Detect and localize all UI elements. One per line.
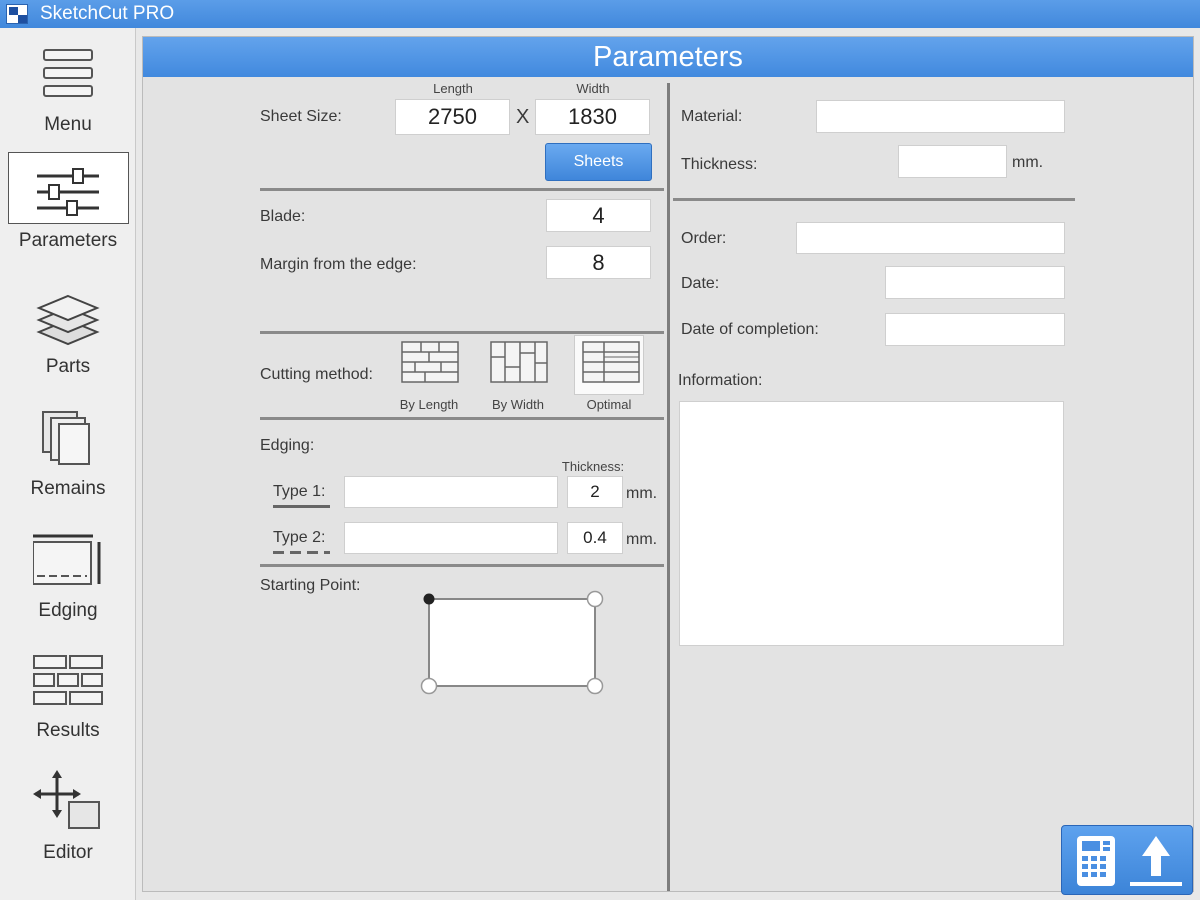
sliders-icon: [37, 168, 99, 216]
cutting-optimal-option[interactable]: [574, 335, 644, 395]
margin-label: Margin from the edge:: [260, 256, 417, 273]
by-length-label: By Length: [399, 397, 459, 412]
sidebar: Menu Parameters Parts Remains Edging Res…: [0, 28, 136, 900]
calculate-export-button[interactable]: [1061, 825, 1193, 895]
order-label: Order:: [681, 230, 727, 247]
sheet-width-field[interactable]: 1830: [535, 99, 650, 135]
sidebar-item-edging[interactable]: Edging: [0, 520, 136, 638]
sheet-size-label: Sheet Size:: [260, 108, 342, 125]
thickness-unit: mm.: [1012, 154, 1044, 171]
type1-line-sample: [273, 505, 330, 508]
sidebar-item-editor[interactable]: Editor: [0, 762, 136, 880]
by-width-label: By Width: [491, 397, 544, 412]
corner-top-left-handle: [423, 593, 435, 605]
material-field[interactable]: [816, 100, 1065, 133]
type2-unit: mm.: [626, 531, 658, 548]
by-length-icon: [401, 341, 459, 383]
type2-name-field[interactable]: [344, 522, 558, 554]
sidebar-item-label: Edging: [38, 600, 98, 621]
date-label: Date:: [681, 275, 720, 292]
material-label: Material:: [681, 108, 743, 125]
type1-unit: mm.: [626, 485, 658, 502]
cutting-method-label: Cutting method:: [260, 366, 373, 383]
sheet-length-field[interactable]: 2750: [395, 99, 510, 135]
cutting-by-length-option[interactable]: [394, 336, 464, 396]
edging-label: Edging:: [260, 437, 315, 454]
corner-top-right-handle: [586, 590, 604, 608]
information-label: Information:: [678, 372, 763, 389]
column-divider: [667, 83, 670, 891]
panel-title: Parameters: [143, 37, 1193, 77]
section-divider: [260, 188, 664, 191]
layers-icon: [36, 294, 100, 346]
menu-icon: [43, 49, 93, 97]
sidebar-item-label: Menu: [44, 114, 92, 135]
thickness-field[interactable]: [898, 145, 1007, 178]
sidebar-item-label: Parameters: [18, 230, 118, 251]
order-field[interactable]: [796, 222, 1065, 254]
sidebar-item-label: Editor: [43, 842, 93, 863]
margin-field[interactable]: 8: [546, 246, 651, 279]
type1-label: Type 1:: [273, 483, 326, 500]
corner-bottom-left-handle: [420, 677, 438, 695]
cutting-by-width-option[interactable]: [483, 336, 553, 396]
sidebar-item-remains[interactable]: Remains: [0, 398, 136, 516]
edging-thickness-header: Thickness:: [561, 459, 625, 474]
move-icon: [33, 770, 100, 829]
calculator-icon[interactable]: [1076, 835, 1116, 887]
sidebar-item-label: Results: [36, 720, 100, 741]
optimal-label: Optimal: [586, 397, 632, 412]
edging-icon: [33, 534, 101, 585]
sidebar-item-menu[interactable]: Menu: [0, 34, 136, 152]
sheets-button[interactable]: Sheets: [545, 143, 652, 181]
sidebar-item-label: Parts: [45, 356, 91, 377]
grid-icon: [33, 655, 103, 705]
type2-thickness-field[interactable]: 0.4: [567, 522, 623, 554]
date-completion-field[interactable]: [885, 313, 1065, 346]
sidebar-item-label: Remains: [30, 478, 106, 499]
size-separator: X: [516, 106, 530, 128]
date-field[interactable]: [885, 266, 1065, 299]
type1-name-field[interactable]: [344, 476, 558, 508]
date-completion-label: Date of completion:: [681, 321, 819, 338]
sidebar-item-parts[interactable]: Parts: [0, 276, 136, 394]
sidebar-item-parameters[interactable]: Parameters: [0, 150, 136, 268]
thickness-label: Thickness:: [681, 156, 758, 173]
type2-label: Type 2:: [273, 529, 326, 546]
parameters-panel: Parameters Length Width Sheet Size: 2750…: [142, 36, 1194, 892]
width-header: Width: [576, 81, 610, 96]
pages-icon: [42, 411, 90, 465]
starting-point-selector[interactable]: [419, 590, 609, 696]
type1-thickness-field[interactable]: 2: [567, 476, 623, 508]
section-divider: [260, 564, 664, 567]
type2-line-sample: [273, 551, 330, 554]
information-textarea[interactable]: [679, 401, 1064, 646]
by-width-icon: [490, 341, 548, 383]
blade-field[interactable]: 4: [546, 199, 651, 232]
optimal-icon: [582, 341, 640, 383]
app-title: SketchCut PRO: [40, 3, 175, 24]
upload-icon[interactable]: [1128, 834, 1184, 888]
section-divider: [673, 198, 1075, 201]
starting-point-label: Starting Point:: [260, 577, 361, 594]
corner-bottom-right-handle: [586, 677, 604, 695]
length-header: Length: [433, 81, 473, 96]
section-divider: [260, 417, 664, 420]
app-logo-icon: [6, 4, 28, 24]
blade-label: Blade:: [260, 208, 306, 225]
title-bar: SketchCut PRO: [0, 0, 1200, 28]
section-divider: [260, 331, 664, 334]
sidebar-item-results[interactable]: Results: [0, 640, 136, 758]
